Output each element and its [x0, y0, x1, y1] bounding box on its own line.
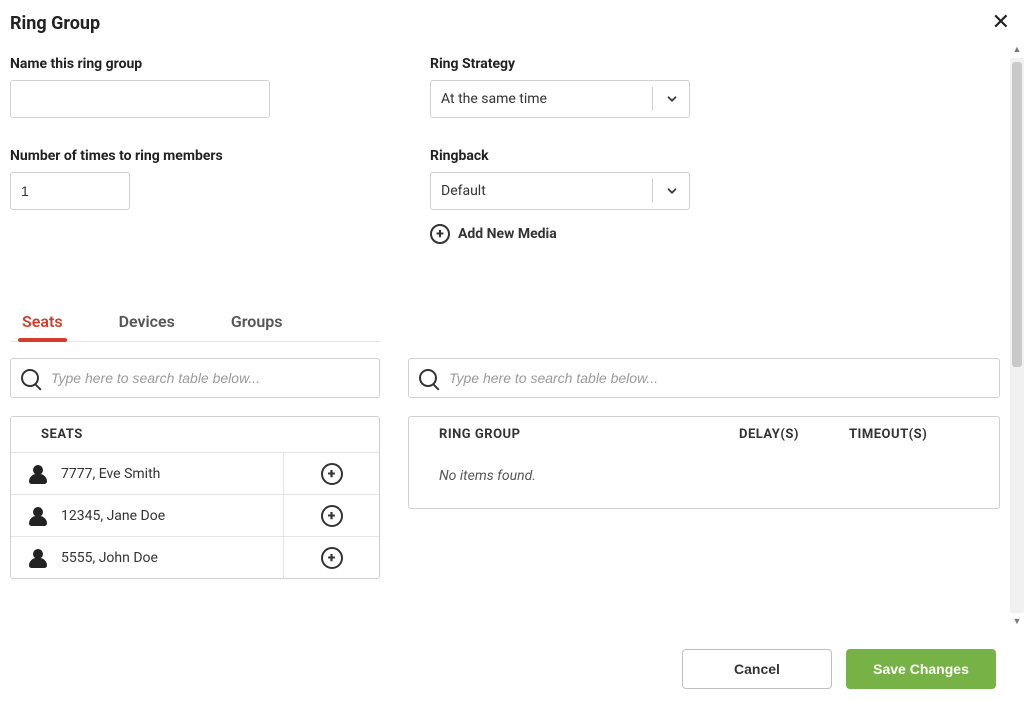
close-icon[interactable]: ✕ — [992, 12, 1010, 34]
plus-circle-icon: + — [321, 547, 343, 569]
form-row-1: Name this ring group Ring Strategy At th… — [10, 56, 1000, 118]
cancel-button[interactable]: Cancel — [682, 649, 832, 689]
field-name: Name this ring group — [10, 56, 390, 118]
add-seat-button[interactable]: + — [283, 537, 379, 578]
search-input-left[interactable] — [49, 369, 369, 387]
modal-footer: Cancel Save Changes — [0, 637, 1024, 701]
name-label: Name this ring group — [10, 56, 390, 72]
tab-seats[interactable]: Seats — [18, 304, 67, 341]
field-ringback: Ringback Default + Add New Media — [430, 148, 1000, 244]
search-input-right[interactable] — [447, 369, 989, 387]
seat-cell: 7777, Eve Smith — [11, 465, 283, 483]
modal-title: Ring Group — [10, 13, 100, 34]
seat-label: 12345, Jane Doe — [61, 508, 165, 524]
ring-times-label: Number of times to ring members — [10, 148, 390, 164]
dual-panes: SEATS 7777, Eve Smith + 12345, Jane Doe — [10, 358, 1000, 579]
modal-header: Ring Group ✕ — [0, 0, 1024, 38]
field-ring-strategy: Ring Strategy At the same time — [430, 56, 1000, 118]
tab-devices[interactable]: Devices — [115, 304, 179, 341]
tab-groups[interactable]: Groups — [227, 304, 287, 341]
add-seat-button[interactable]: + — [283, 453, 379, 494]
seat-label: 5555, John Doe — [61, 550, 158, 566]
form-row-2: Number of times to ring members Ringback… — [10, 148, 1000, 244]
plus-circle-icon: + — [321, 463, 343, 485]
chevron-down-icon — [652, 179, 679, 203]
name-input[interactable] — [10, 80, 270, 118]
table-row: 7777, Eve Smith + — [11, 452, 379, 494]
person-icon — [29, 507, 47, 525]
search-left[interactable] — [10, 358, 380, 398]
col-delay: DELAY(S) — [739, 427, 849, 442]
seats-header-label: SEATS — [41, 427, 349, 442]
ringback-select[interactable]: Default — [430, 172, 690, 210]
ring-strategy-label: Ring Strategy — [430, 56, 1000, 72]
ring-strategy-value: At the same time — [441, 91, 547, 107]
seat-label: 7777, Eve Smith — [61, 466, 160, 482]
right-pane: RING GROUP DELAY(S) TIMEOUT(S) No items … — [408, 358, 1000, 579]
add-media-label: Add New Media — [458, 226, 557, 242]
empty-message: No items found. — [409, 452, 999, 508]
field-ring-times: Number of times to ring members — [10, 148, 390, 244]
ring-group-table: RING GROUP DELAY(S) TIMEOUT(S) No items … — [408, 416, 1000, 509]
person-icon — [29, 549, 47, 567]
ringback-label: Ringback — [430, 148, 1000, 164]
plus-circle-icon: + — [321, 505, 343, 527]
seat-cell: 12345, Jane Doe — [11, 507, 283, 525]
save-changes-button[interactable]: Save Changes — [846, 649, 996, 689]
ring-strategy-select[interactable]: At the same time — [430, 80, 690, 118]
search-right[interactable] — [408, 358, 1000, 398]
add-seat-button[interactable]: + — [283, 495, 379, 536]
search-icon — [21, 369, 39, 387]
search-icon — [419, 369, 437, 387]
ringback-value: Default — [441, 183, 486, 199]
modal-content: Name this ring group Ring Strategy At th… — [0, 42, 1014, 631]
ring-group-table-header: RING GROUP DELAY(S) TIMEOUT(S) — [409, 417, 999, 452]
table-row: 5555, John Doe + — [11, 536, 379, 578]
person-icon — [29, 465, 47, 483]
col-ring-group: RING GROUP — [439, 427, 739, 442]
seat-cell: 5555, John Doe — [11, 549, 283, 567]
table-row: 12345, Jane Doe + — [11, 494, 379, 536]
tabs: Seats Devices Groups — [10, 304, 380, 342]
add-new-media-button[interactable]: + Add New Media — [430, 224, 1000, 244]
seats-table: SEATS 7777, Eve Smith + 12345, Jane Doe — [10, 416, 380, 579]
plus-circle-icon: + — [430, 224, 450, 244]
chevron-down-icon — [652, 87, 679, 111]
seats-table-header: SEATS — [11, 417, 379, 452]
left-pane: SEATS 7777, Eve Smith + 12345, Jane Doe — [10, 358, 380, 579]
ring-times-input[interactable] — [10, 172, 130, 210]
col-timeout: TIMEOUT(S) — [849, 427, 969, 442]
